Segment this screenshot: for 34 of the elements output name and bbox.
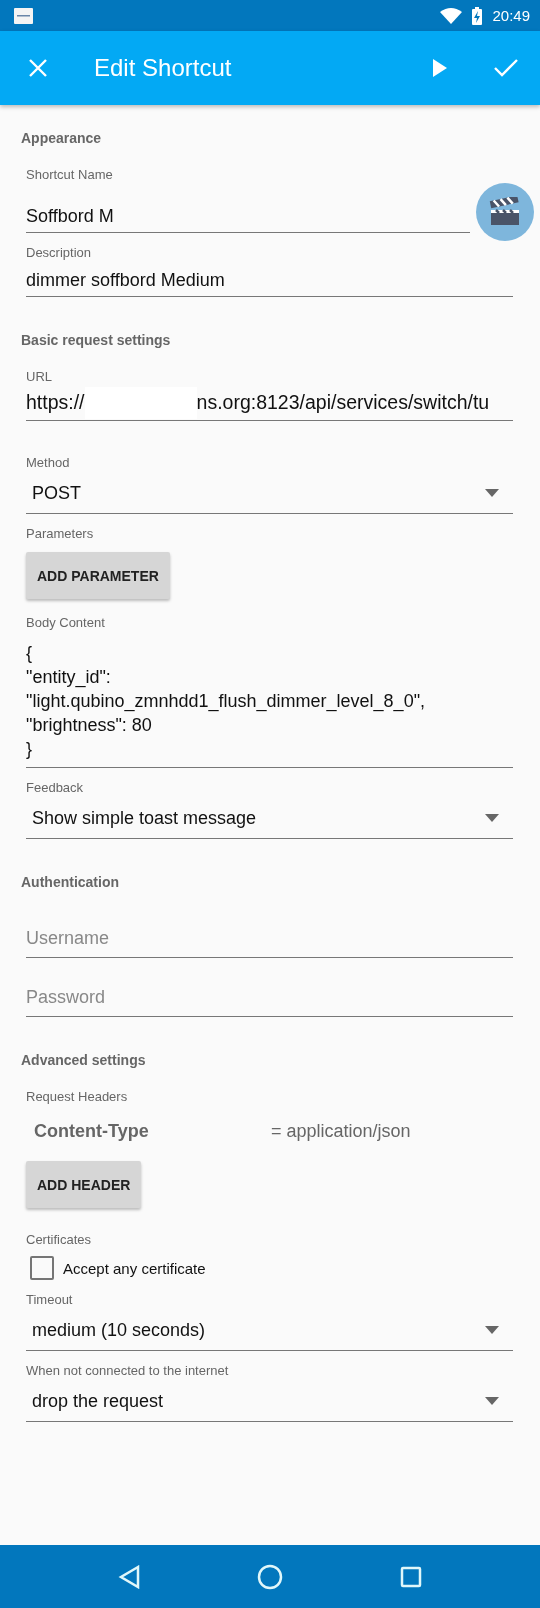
field-label: Shortcut Name [26,167,113,183]
url-text: https:// [26,391,85,414]
field-label: Body Content [26,615,105,631]
header-name[interactable]: Content-Type [34,1120,271,1142]
field-label: Method [26,455,70,471]
body-content-field[interactable]: { "entity_id": "light.qubino_zmnhdd1_flush_dimmer_level_8_0", "brightness": 80 } [26,635,513,768]
field-label: Parameters [26,526,94,542]
section-title: Basic request settings [21,331,171,349]
section-title: Advanced settings [21,1051,146,1069]
text-field[interactable]: Password [26,978,513,1017]
field-label: When not connected to the internet [26,1363,229,1379]
dropdown[interactable]: medium (10 seconds) [26,1310,513,1351]
url-text: ns.org:8123/api/services/switch/tu [196,391,490,414]
section-title: Appearance [21,129,102,147]
field-label: Feedback [26,780,84,796]
dropdown[interactable]: drop the request [26,1381,513,1422]
field-label: Certificates [26,1232,92,1248]
checkbox-label[interactable]: Accept any certificate [63,1259,206,1277]
url-field[interactable]: https:// ns.org:8123/api/services/switch/tu [26,385,513,421]
field-label: Request Headers [26,1089,128,1105]
header-value[interactable]: = application/json [271,1120,411,1142]
dropdown[interactable]: Show simple toast message [26,798,513,839]
field-label: URL [26,369,52,385]
section-title: Authentication [21,873,119,891]
add-header-button[interactable]: ADD HEADER [26,1161,142,1208]
dropdown[interactable]: POST [26,473,513,514]
status-time: 20:49 [492,7,530,24]
screen-title: Edit Shortcut [94,54,233,82]
field-label: Description [26,245,92,261]
field-label: Timeout [26,1292,73,1308]
text-field[interactable]: Soffbord M [26,197,470,233]
add-parameter-button[interactable]: ADD PARAMETER [26,552,170,599]
text-field[interactable]: Username [26,919,513,958]
text-field[interactable]: dimmer soffbord Medium [26,261,513,297]
